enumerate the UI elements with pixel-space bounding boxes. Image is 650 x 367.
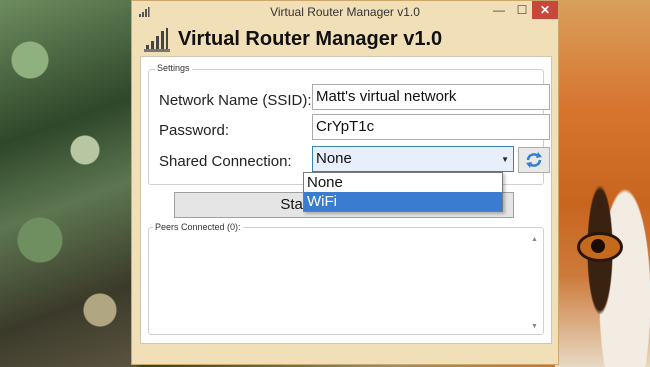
peers-list[interactable]: Peers Connected (0): ▲ ▼ (148, 222, 544, 335)
maximize-button[interactable]: ☐ (510, 1, 534, 19)
desktop-wallpaper-right (555, 0, 650, 367)
scroll-down-icon[interactable]: ▼ (531, 323, 538, 330)
desktop-wallpaper-left (0, 0, 135, 367)
shared-connection-select[interactable]: None ▼ (312, 146, 514, 172)
refresh-connections-button[interactable] (518, 147, 550, 173)
peers-connected-label: Peers Connected (0): (153, 222, 243, 232)
router-signal-icon (144, 28, 170, 52)
password-input[interactable]: CrYpT1c (312, 114, 550, 140)
password-label: Password: (159, 122, 230, 139)
wallpaper-fox-eye (577, 232, 623, 262)
title-bar[interactable]: Virtual Router Manager v1.0 — ☐ ✕ (132, 1, 558, 23)
chevron-down-icon: ▼ (501, 155, 509, 164)
dropdown-option-wifi[interactable]: WiFi (304, 192, 502, 211)
peers-scrollbar[interactable]: ▲ ▼ (529, 236, 541, 330)
shared-connection-dropdown[interactable]: None WiFi (303, 172, 503, 212)
settings-group-label: Settings (155, 63, 192, 73)
app-title: Virtual Router Manager v1.0 (178, 28, 443, 50)
dropdown-option-none[interactable]: None (304, 173, 502, 192)
minimize-button[interactable]: — (487, 1, 511, 19)
refresh-arrows-icon (526, 152, 542, 168)
status-bar (132, 344, 558, 364)
scroll-up-icon[interactable]: ▲ (531, 236, 538, 243)
close-button[interactable]: ✕ (532, 1, 558, 19)
ssid-input[interactable]: Matt's virtual network (312, 84, 550, 110)
ssid-label: Network Name (SSID): (159, 92, 312, 109)
shared-connection-value: None (316, 150, 352, 167)
shared-connection-label: Shared Connection: (159, 153, 292, 170)
